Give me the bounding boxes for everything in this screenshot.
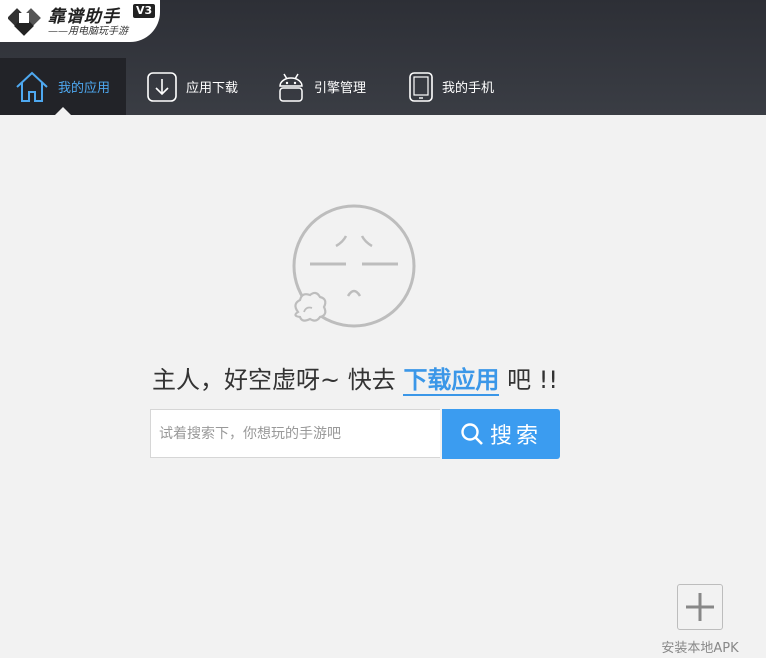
tab-my-phone-label: 我的手机 bbox=[442, 81, 495, 96]
app-header: 靠谱助手 V3 ——用电脑玩手游 我的应用 应用下载 引擎管理 我的手机 bbox=[0, 0, 766, 115]
phone-icon bbox=[409, 71, 433, 102]
install-apk-label: 安装本地APK bbox=[661, 641, 739, 656]
download-apps-link[interactable]: 下载应用 bbox=[403, 366, 500, 396]
search-icon bbox=[461, 423, 483, 445]
plus-icon bbox=[686, 593, 714, 621]
download-icon bbox=[147, 71, 177, 102]
brand-area: 靠谱助手 V3 ——用电脑玩手游 bbox=[0, 0, 160, 42]
brand-slogan: ——用电脑玩手游 bbox=[48, 26, 128, 37]
tab-my-apps-label: 我的应用 bbox=[58, 81, 111, 96]
install-apk-button[interactable] bbox=[677, 584, 723, 630]
empty-message-prefix: 主人，好空虚呀~ 快去 bbox=[152, 366, 396, 394]
empty-message-suffix: 吧 !! bbox=[507, 366, 558, 394]
tab-my-phone[interactable]: 我的手机 bbox=[408, 58, 494, 115]
android-icon bbox=[279, 73, 303, 102]
main-nav: 我的应用 应用下载 引擎管理 我的手机 bbox=[0, 58, 766, 115]
version-badge: V3 bbox=[133, 4, 156, 18]
search-button-label: 搜索 bbox=[489, 424, 542, 449]
sad-face-icon bbox=[292, 204, 416, 328]
empty-message: 主人，好空虚呀~ 快去 下载应用 吧 !! bbox=[0, 360, 710, 396]
search-input[interactable] bbox=[151, 410, 440, 457]
home-icon bbox=[16, 71, 48, 102]
tab-engine-manage[interactable]: 引擎管理 bbox=[276, 58, 366, 115]
search-button[interactable]: 搜索 bbox=[442, 409, 560, 459]
tab-engine-manage-label: 引擎管理 bbox=[314, 81, 367, 96]
search-box bbox=[150, 409, 440, 458]
active-tab-indicator bbox=[55, 107, 71, 115]
tab-app-download[interactable]: 应用下载 bbox=[146, 58, 238, 115]
tab-app-download-label: 应用下载 bbox=[186, 81, 239, 96]
logo-icon bbox=[8, 8, 41, 36]
